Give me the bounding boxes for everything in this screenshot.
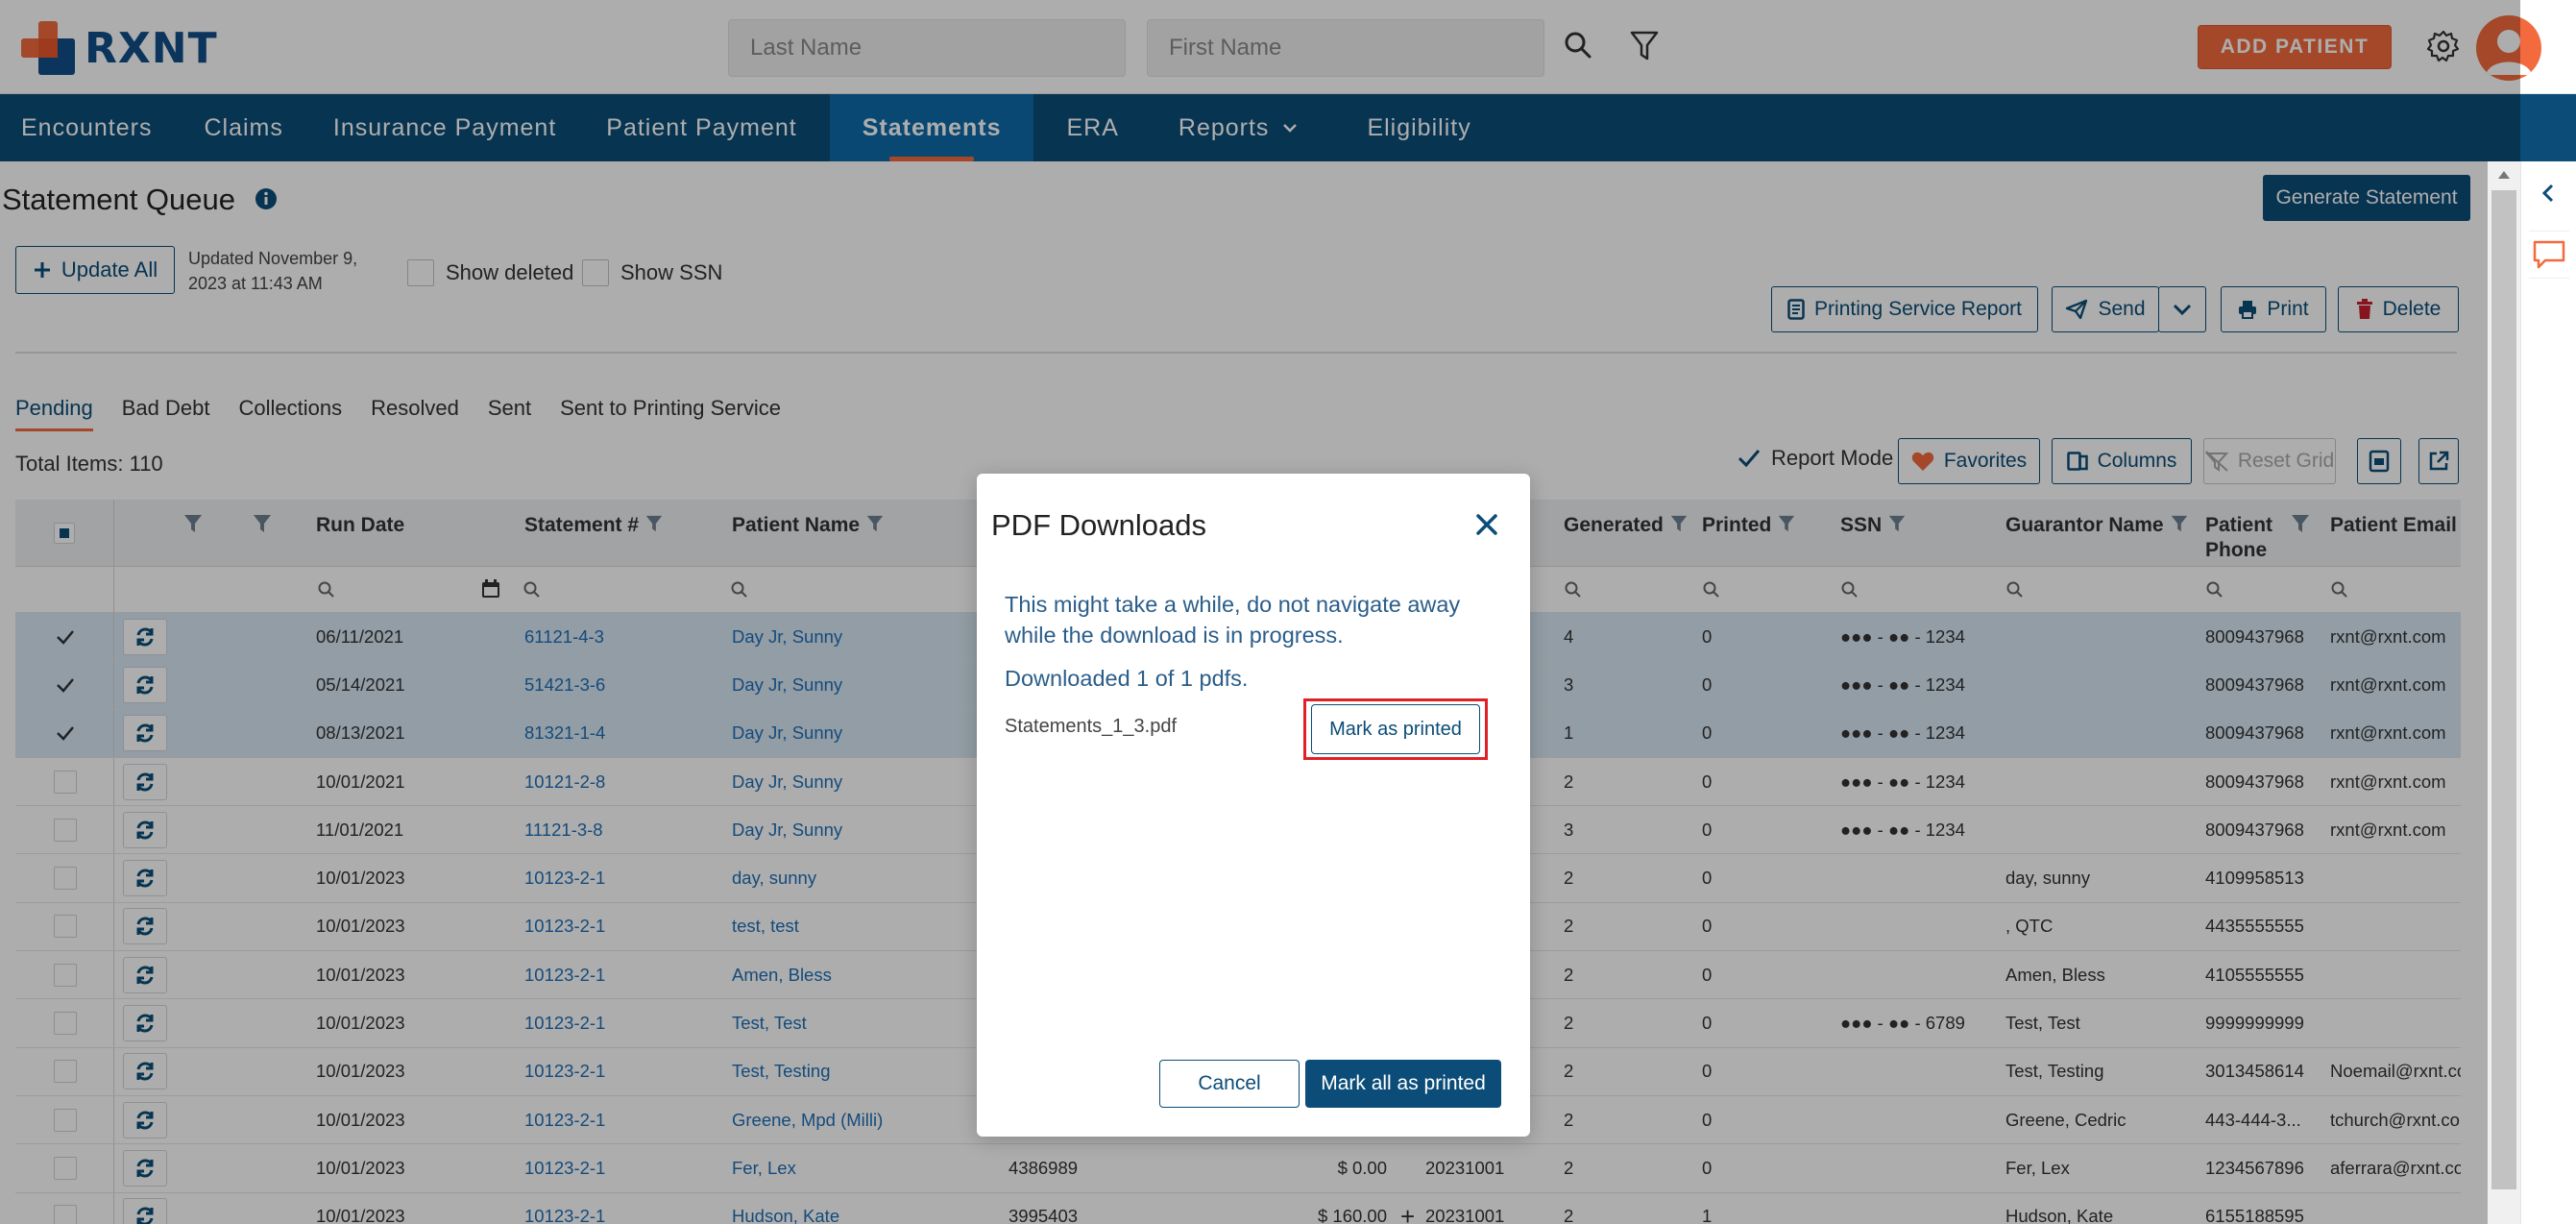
scrollbar-thumb[interactable]: [2491, 190, 2516, 1189]
download-count: Downloaded 1 of 1 pdfs.: [1005, 666, 1249, 691]
pdf-file-name: Statements_1_3.pdf: [1005, 716, 1178, 737]
modal-message: This might take a while, do not navigate…: [1005, 592, 1461, 648]
modal-title: PDF Downloads: [991, 508, 1206, 542]
mark-as-printed-button[interactable]: Mark as printed: [1311, 704, 1480, 754]
scroll-up-arrow-icon[interactable]: [2497, 169, 2511, 181]
right-rail: [2520, 161, 2576, 1224]
pdf-downloads-modal: PDF Downloads This might take a while, d…: [977, 474, 1530, 1137]
chevron-left-icon[interactable]: [2539, 183, 2558, 204]
page-scrollbar[interactable]: [2488, 161, 2520, 1224]
close-icon[interactable]: [1474, 512, 1499, 537]
chat-button[interactable]: [2529, 231, 2569, 279]
mark-all-as-printed-button[interactable]: Mark all as printed: [1305, 1060, 1501, 1108]
cancel-button[interactable]: Cancel: [1159, 1060, 1300, 1108]
chat-icon: [2533, 240, 2565, 269]
